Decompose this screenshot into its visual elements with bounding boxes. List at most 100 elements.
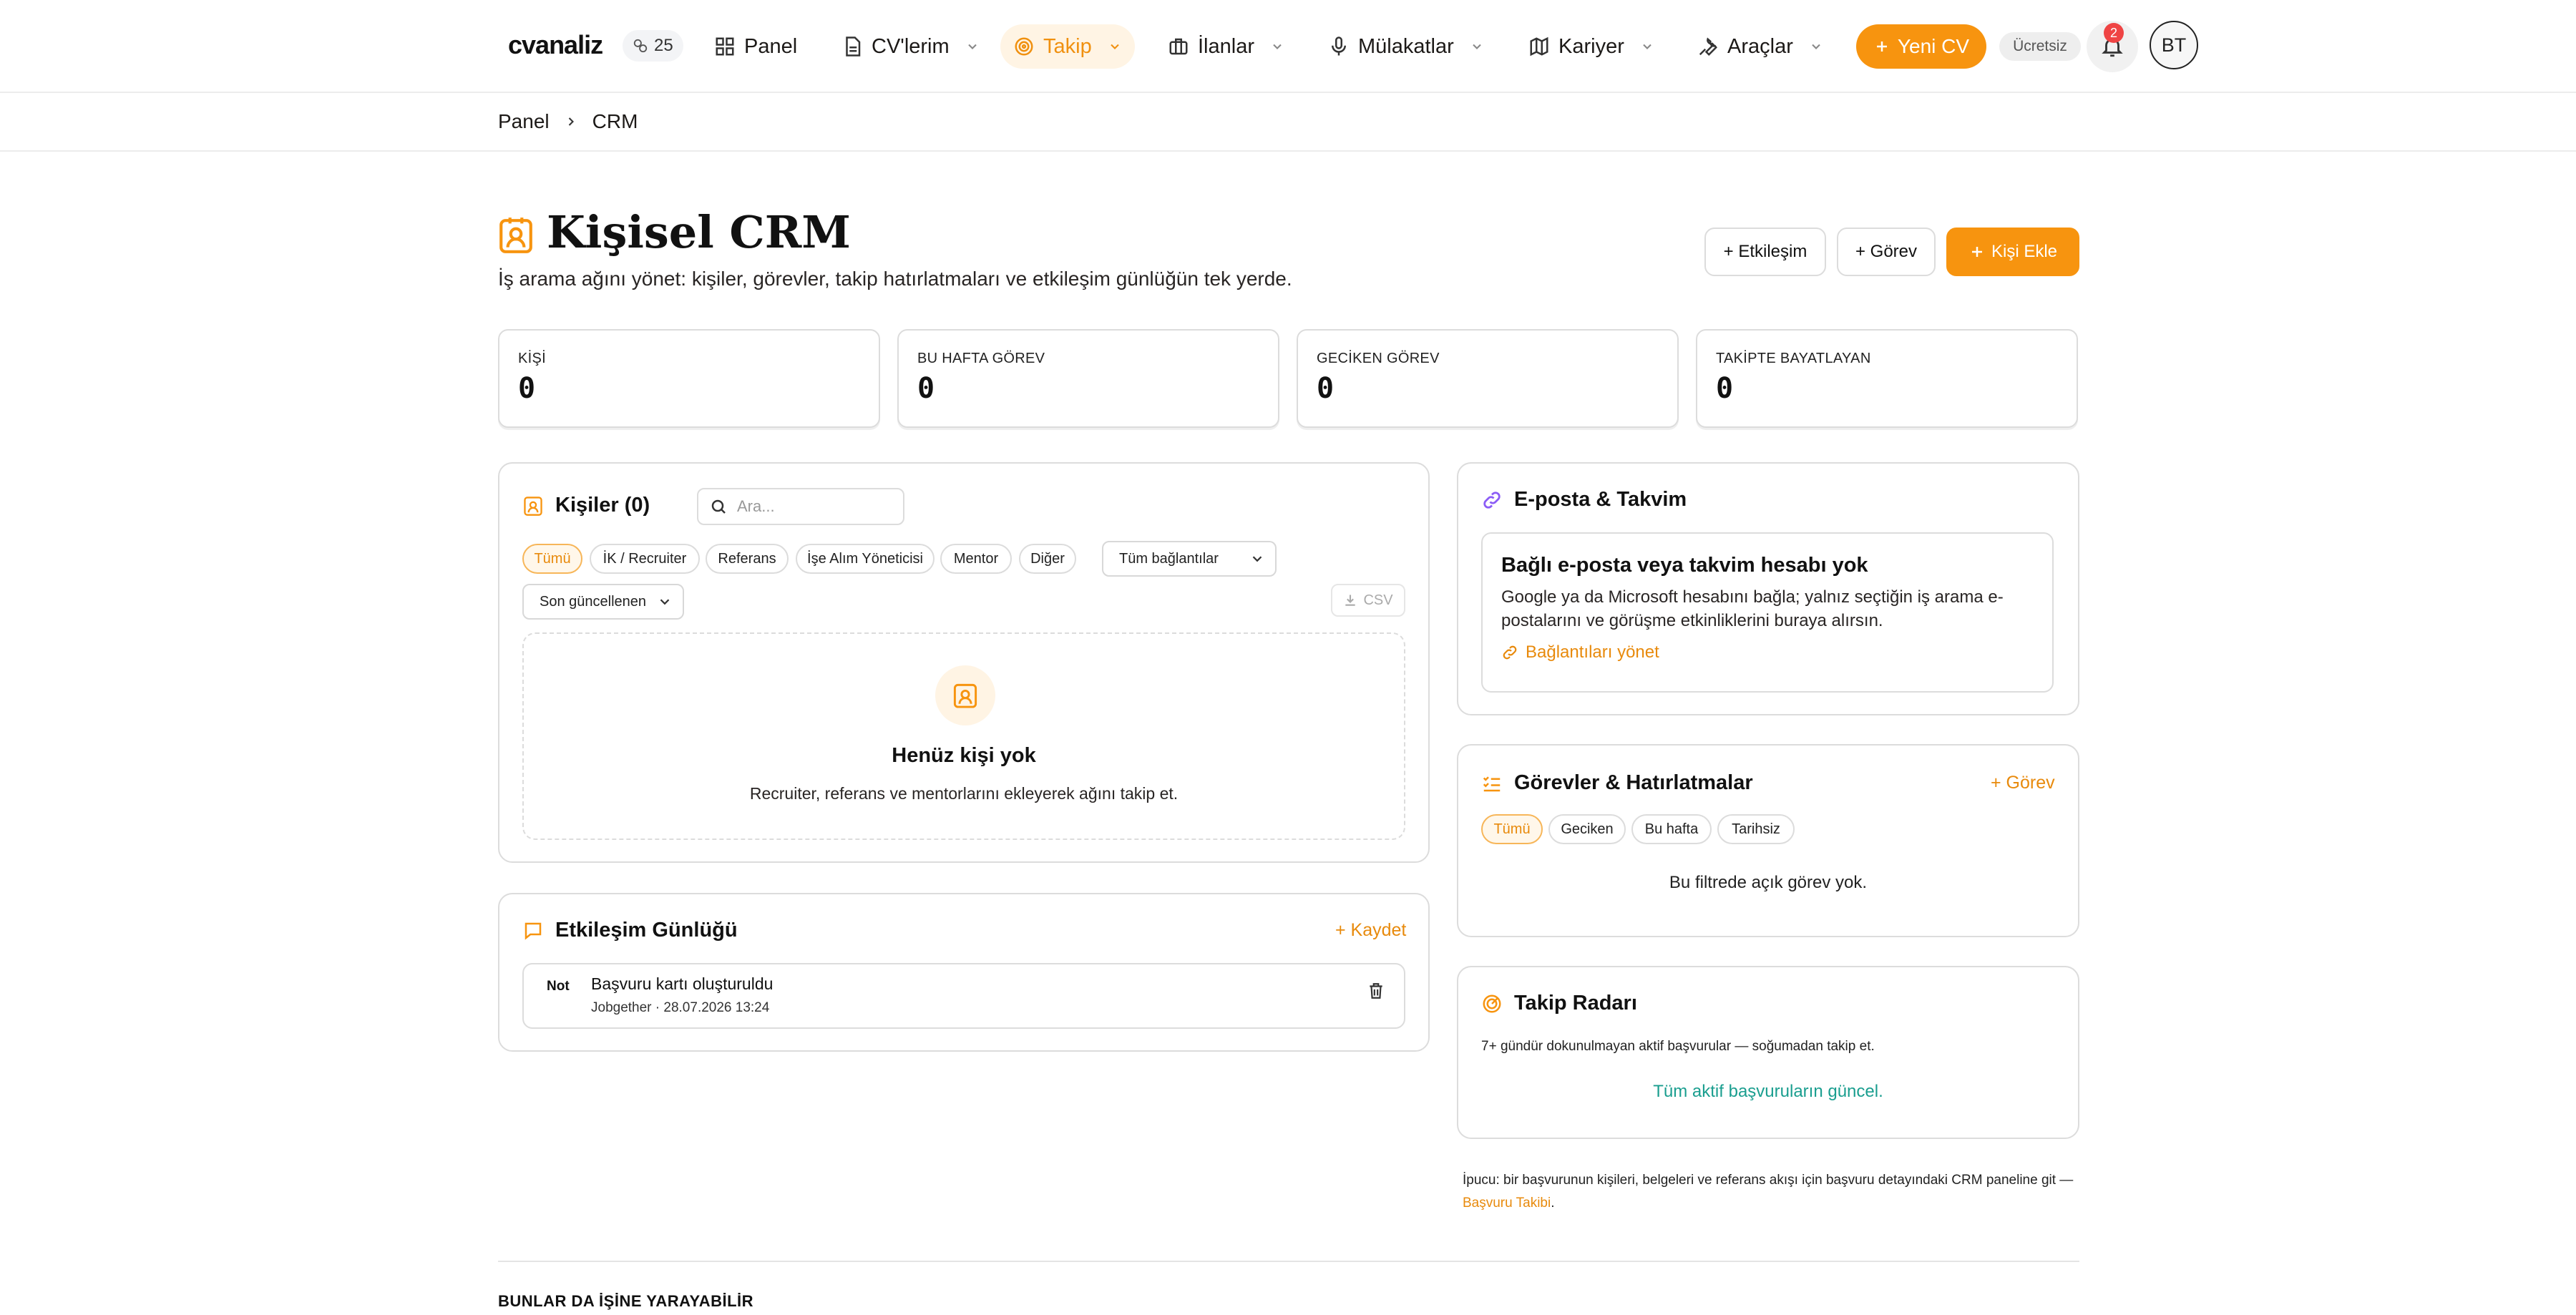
- plus-icon: [1971, 247, 1982, 257]
- page-title: Kişisel CRM: [547, 206, 851, 258]
- credits-badge[interactable]: 25: [623, 30, 683, 62]
- nav-ilanlar[interactable]: İlanlar: [1155, 24, 1297, 69]
- stat-label: KİŞİ: [518, 351, 546, 366]
- connection-filter-select[interactable]: Tüm bağlantılar: [1102, 541, 1277, 577]
- add-person-label: Kişi Ekle: [1991, 242, 2058, 261]
- section-divider: [498, 1261, 2079, 1262]
- stat-value: 0: [917, 372, 935, 405]
- chevron-right-icon: [568, 117, 574, 126]
- nav-cvlerim[interactable]: CV'lerim: [829, 24, 992, 69]
- target-icon: [1015, 37, 1033, 56]
- add-task-link[interactable]: + Görev: [1991, 773, 2055, 793]
- no-account-title: Bağlı e-posta veya takvim hesabı yok: [1501, 554, 1868, 577]
- related-section-heading: BUNLAR DA İŞİNE YARAYABİLİR: [498, 1292, 754, 1310]
- nav-label: CV'lerim: [872, 34, 950, 58]
- nav-takip[interactable]: Takip: [1000, 24, 1135, 69]
- coins-icon: [633, 39, 648, 53]
- add-person-button[interactable]: Kişi Ekle: [1946, 228, 2079, 276]
- task-filter-this-week[interactable]: Bu hafta: [1631, 814, 1712, 844]
- empty-state-icon: [935, 665, 995, 725]
- search-input[interactable]: [737, 497, 894, 516]
- chevron-down-icon: [1643, 44, 1652, 49]
- radar-title: Takip Radarı: [1481, 992, 1637, 1015]
- stat-label: TAKİPTE BAYATLAYAN: [1716, 351, 1871, 366]
- manage-connections-link[interactable]: Bağlantıları yönet: [1501, 642, 1659, 663]
- select-value: Son güncellenen: [540, 593, 647, 610]
- nav-label: Mülakatlar: [1358, 34, 1454, 58]
- filter-chip-reference[interactable]: Referans: [706, 544, 789, 574]
- cvanaliz-logo[interactable]: cvanaliz: [508, 30, 603, 60]
- chevron-down-icon: [1473, 44, 1481, 49]
- email-calendar-title: E-posta & Takvim: [1481, 488, 1687, 512]
- chevron-down-icon: [660, 599, 670, 605]
- filter-chip-hiring-manager[interactable]: İşe Alım Yöneticisi: [796, 544, 935, 574]
- nav-label: Takip: [1043, 34, 1092, 58]
- page-subtitle: İş arama ağını yönet: kişiler, görevler,…: [498, 268, 1292, 290]
- sort-select[interactable]: Son güncellenen: [522, 584, 684, 620]
- plus-icon: [1876, 41, 1887, 52]
- tasks-empty-text: Bu filtrede açık görev yok.: [1669, 873, 1868, 892]
- filter-chip-hr-recruiter[interactable]: İK / Recruiter: [590, 544, 700, 574]
- contact-card-icon: [499, 217, 532, 253]
- link-icon: [1483, 491, 1501, 509]
- task-filter-all[interactable]: Tümü: [1481, 814, 1543, 844]
- add-interaction-button[interactable]: + Etkileşim: [1704, 228, 1826, 276]
- filter-chip-mentor[interactable]: Mentor: [940, 544, 1012, 574]
- empty-state-text: Recruiter, referans ve mentorlarını ekle…: [749, 784, 1179, 803]
- stat-card-people: KİŞİ 0: [498, 329, 880, 428]
- breadcrumb-bar: Panel CRM: [0, 93, 2576, 152]
- contacts-title-text: Kişiler (0): [555, 494, 650, 517]
- stat-label: BU HAFTA GÖREV: [917, 351, 1045, 366]
- add-task-button[interactable]: + Görev: [1837, 228, 1936, 276]
- nav-mulakatlar[interactable]: Mülakatlar: [1315, 24, 1497, 69]
- save-interaction-link[interactable]: + Kaydet: [1335, 920, 1406, 941]
- log-entry: Not Başvuru kartı oluşturuldu Jobgether …: [522, 963, 1405, 1029]
- nav-araclar[interactable]: Araçlar: [1684, 24, 1836, 69]
- email-calendar-title-text: E-posta & Takvim: [1514, 488, 1687, 511]
- radar-icon: [1483, 994, 1501, 1012]
- wrench-icon: [1699, 37, 1717, 57]
- search-icon: [711, 499, 726, 514]
- stat-value: 0: [1317, 372, 1335, 405]
- microphone-icon: [1332, 36, 1346, 56]
- log-entry-tag: Not: [547, 979, 570, 994]
- plan-badge[interactable]: Ücretsiz: [1999, 32, 2081, 61]
- select-value: Tüm bağlantılar: [1119, 550, 1219, 567]
- chevron-down-icon: [967, 44, 977, 49]
- stat-card-overdue-tasks: GECİKEN GÖREV 0: [1297, 329, 1679, 428]
- task-filter-undated[interactable]: Tarihsiz: [1717, 814, 1795, 844]
- radar-description: 7+ gündür dokunulmayan aktif başvurular …: [1481, 1039, 1875, 1054]
- trash-icon[interactable]: [1367, 982, 1385, 1000]
- radar-status: Tüm aktif başvuruların güncel.: [1653, 1082, 1883, 1101]
- checklist-icon: [1483, 776, 1501, 791]
- chevron-down-icon: [1273, 44, 1282, 49]
- empty-state-title: Henüz kişi yok: [892, 744, 1036, 767]
- contact-card-icon: [953, 683, 977, 708]
- search-field[interactable]: [697, 488, 904, 525]
- log-entry-title: Başvuru kartı oluşturuldu: [591, 974, 774, 993]
- tasks-title: Görevler & Hatırlatmalar: [1481, 771, 1753, 795]
- filter-chip-all[interactable]: Tümü: [522, 544, 582, 574]
- filter-chip-other[interactable]: Diğer: [1019, 544, 1076, 574]
- nav-label: İlanlar: [1198, 34, 1254, 58]
- nav-kariyer[interactable]: Kariyer: [1516, 24, 1667, 69]
- csv-export-button[interactable]: CSV: [1331, 584, 1405, 617]
- contacts-empty-state: Henüz kişi yok Recruiter, referans ve me…: [522, 632, 1405, 840]
- contact-card-icon: [524, 496, 542, 516]
- new-cv-button[interactable]: Yeni CV: [1856, 24, 1986, 69]
- breadcrumb: Panel CRM: [498, 110, 638, 133]
- nav-panel[interactable]: Panel: [701, 24, 810, 69]
- tip-body: İpucu: bir başvurunun kişileri, belgeler…: [1463, 1173, 2074, 1188]
- breadcrumb-current: CRM: [592, 110, 638, 132]
- breadcrumb-panel-link[interactable]: Panel: [498, 110, 550, 133]
- file-icon: [846, 36, 861, 57]
- task-filter-overdue[interactable]: Geciken: [1548, 814, 1626, 844]
- contacts-title: Kişiler (0): [522, 494, 650, 517]
- map-icon: [1530, 36, 1548, 57]
- application-tracking-link[interactable]: Başvuru Takibi: [1463, 1196, 1551, 1211]
- chat-bubble-icon: [525, 922, 542, 940]
- grid-icon: [716, 37, 734, 56]
- link-icon: [1503, 645, 1517, 660]
- stat-card-stale-followups: TAKİPTE BAYATLAYAN 0: [1696, 329, 2078, 428]
- user-avatar[interactable]: BT: [2150, 21, 2198, 69]
